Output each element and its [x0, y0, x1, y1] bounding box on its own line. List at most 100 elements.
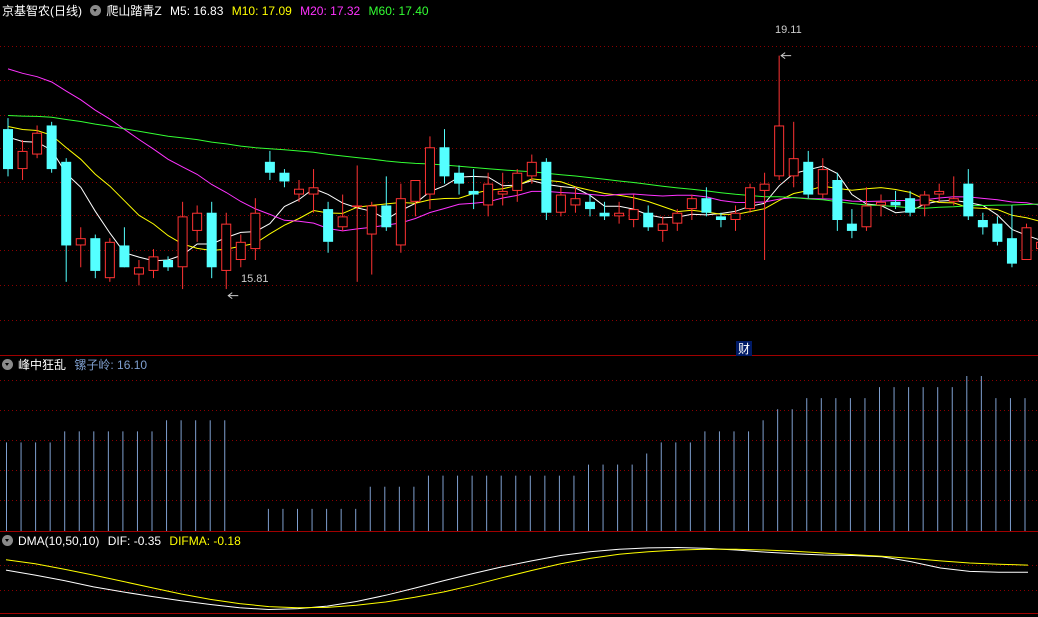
candle-body — [774, 125, 785, 177]
panel-dividers — [0, 355, 1038, 614]
candle-body — [876, 201, 886, 206]
dif-line — [5, 546, 1028, 611]
high-price-label: 19.11 — [775, 24, 802, 36]
candle-body — [614, 212, 625, 217]
gridlines — [0, 46, 1038, 591]
candle-body — [61, 161, 72, 246]
candle — [905, 190, 916, 217]
candle — [294, 180, 304, 202]
indicator-name[interactable]: 爬山踏青Z — [106, 4, 161, 18]
dma-lines[interactable] — [5, 546, 1029, 611]
candle — [657, 216, 668, 242]
candle — [512, 169, 523, 202]
candle-body — [701, 198, 712, 213]
candle-body — [366, 205, 377, 235]
candle-body — [410, 180, 421, 202]
candle-body — [119, 245, 130, 268]
candle-body — [657, 223, 668, 231]
dropdown-icon[interactable] — [90, 5, 102, 16]
candle-body — [715, 216, 726, 220]
m60-value: M60: 17.40 — [368, 4, 429, 18]
candle — [104, 238, 115, 282]
candle — [61, 158, 72, 282]
candle-body — [512, 172, 523, 191]
finance-marker[interactable]: 财 — [738, 342, 750, 356]
candle — [119, 227, 130, 268]
dropdown-icon[interactable] — [2, 535, 13, 546]
candle-body — [424, 147, 435, 195]
candle-body — [628, 209, 639, 221]
candle — [861, 187, 872, 231]
candle-body — [17, 150, 28, 170]
candle — [788, 121, 799, 188]
candle-body — [337, 216, 348, 228]
candle-body — [163, 260, 174, 268]
panel3-title[interactable]: DMA(10,50,10) — [18, 534, 99, 548]
candle — [17, 140, 28, 180]
candle-body — [541, 161, 552, 213]
candle — [46, 121, 57, 173]
candle-body — [672, 212, 683, 224]
candle-body — [846, 223, 857, 231]
m10-value: M10: 17.09 — [231, 4, 292, 18]
candle — [715, 212, 726, 228]
candle — [206, 201, 217, 279]
candle-body — [555, 194, 566, 213]
candle — [963, 169, 974, 220]
candle-body — [264, 161, 275, 173]
candle-body — [686, 198, 697, 210]
candle-body — [1006, 238, 1017, 264]
candle — [308, 169, 319, 213]
main-chart-header: 京基智农(日线) 爬山踏青Z M5: 16.83 M10: 17.09 M20:… — [2, 3, 434, 19]
candle — [846, 209, 857, 239]
candle-body — [177, 216, 188, 268]
candle — [919, 190, 930, 217]
candle — [439, 129, 450, 184]
candlestick-series[interactable] — [3, 55, 1038, 290]
candle — [264, 150, 275, 180]
panel2-value: 镙子岭: 16.10 — [74, 358, 148, 372]
candle — [555, 187, 566, 217]
candle — [977, 212, 988, 235]
panel2-title[interactable]: 峰中狂乱 — [18, 358, 66, 372]
m5-value: M5: 16.83 — [170, 4, 224, 18]
stock-title[interactable]: 京基智农(日线) — [2, 4, 82, 18]
candle — [133, 260, 144, 286]
candle-body — [919, 194, 930, 206]
candle-body — [439, 147, 450, 177]
candle — [817, 158, 828, 199]
moving-average-lines — [7, 68, 1038, 262]
candle — [75, 227, 86, 268]
candle-body — [148, 256, 159, 271]
candle — [948, 176, 959, 206]
candle-body — [497, 190, 508, 195]
candle — [1006, 205, 1017, 268]
dropdown-icon[interactable] — [2, 359, 13, 370]
candle — [774, 55, 785, 180]
candle-body — [905, 198, 916, 213]
candle — [599, 201, 610, 220]
candle-body — [454, 172, 465, 184]
candle-body — [745, 187, 756, 210]
candle-body — [323, 209, 334, 242]
candle-body — [279, 172, 290, 182]
candle — [192, 205, 203, 242]
candle — [148, 249, 159, 279]
peak-volume-bars[interactable] — [6, 376, 1038, 531]
candle-body — [1021, 227, 1032, 260]
candle — [541, 158, 552, 220]
candle — [628, 194, 639, 228]
candle — [337, 194, 348, 231]
candle — [643, 205, 654, 231]
candle-body — [730, 212, 741, 221]
candle-body — [250, 212, 261, 250]
panel3-header: DMA(10,50,10) DIF: -0.35 DIFMA: -0.18 — [2, 533, 246, 549]
candle — [454, 165, 465, 195]
candle — [570, 187, 581, 213]
candle-body — [221, 223, 232, 271]
candle — [1021, 223, 1032, 260]
candle-body — [32, 132, 43, 155]
candle-body — [817, 169, 828, 195]
candle-body — [585, 201, 595, 210]
candle — [992, 216, 1003, 246]
